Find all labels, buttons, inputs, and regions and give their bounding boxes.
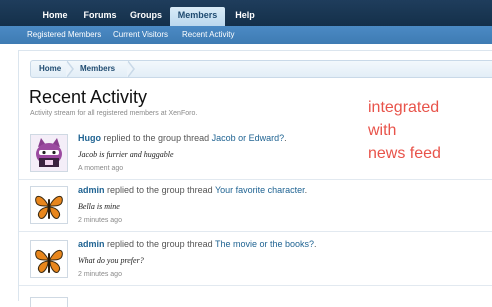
- main-content: Home Members Recent Activity Activity st…: [18, 50, 492, 307]
- cat-avatar-icon: [31, 135, 67, 171]
- breadcrumb-separator: [127, 60, 135, 78]
- page-title: Recent Activity: [29, 87, 148, 107]
- activity-line: admin replied to the group thread The mo…: [78, 239, 317, 249]
- tab-groups[interactable]: Groups: [123, 7, 169, 26]
- avatar[interactable]: [30, 297, 68, 307]
- username-link[interactable]: admin: [78, 185, 105, 195]
- thread-link[interactable]: Jacob or Edward?: [212, 133, 285, 143]
- breadcrumb-separator: [66, 60, 74, 78]
- username-link[interactable]: admin: [78, 239, 105, 249]
- post-snippet: What do you prefer?: [78, 256, 144, 265]
- activity-item: admin replied to the group thread Your f…: [19, 181, 492, 232]
- avatar[interactable]: [30, 134, 68, 172]
- activity-line: Hugo replied to the group thread Jacob o…: [78, 133, 287, 143]
- avatar[interactable]: [30, 240, 68, 278]
- thread-suffix: .: [304, 185, 308, 195]
- annotation-line: integrated: [368, 99, 440, 116]
- activity-action: replied to the group thread: [103, 133, 210, 143]
- breadcrumb: Home Members: [30, 60, 492, 78]
- activity-item: Hugo replied to the group thread Jacob o…: [19, 129, 492, 180]
- post-snippet: Bella is mine: [78, 202, 120, 211]
- tab-home[interactable]: Home: [33, 7, 77, 26]
- tab-forums[interactable]: Forums: [77, 7, 123, 26]
- activity-line: admin replied to the group thread Your f…: [78, 185, 307, 195]
- divider: [19, 179, 492, 180]
- main-navigation: Home Forums Groups Members Help: [0, 0, 492, 26]
- sub-link-current-visitors[interactable]: Current Visitors: [113, 26, 168, 44]
- page-description: Activity stream for all registered membe…: [30, 110, 198, 117]
- thread-suffix: .: [284, 133, 287, 143]
- breadcrumb-home[interactable]: Home: [39, 61, 61, 77]
- post-snippet: Jacob is furrier and huggable: [78, 150, 174, 159]
- tab-help[interactable]: Help: [225, 7, 265, 26]
- avatar[interactable]: [30, 186, 68, 224]
- divider: [19, 231, 492, 232]
- activity-action: replied to the group thread: [107, 239, 213, 249]
- members-sub-navigation: Registered Members Current Visitors Rece…: [0, 26, 492, 44]
- activity-action: replied to the group thread: [107, 185, 213, 195]
- thread-suffix: .: [314, 239, 317, 249]
- sub-link-recent-activity[interactable]: Recent Activity: [182, 26, 234, 44]
- username-link[interactable]: Hugo: [78, 133, 101, 143]
- breadcrumb-members[interactable]: Members: [80, 61, 115, 77]
- tab-members[interactable]: Members: [170, 7, 225, 26]
- timestamp: A moment ago: [78, 165, 124, 172]
- thread-link[interactable]: The movie or the books?: [215, 239, 314, 249]
- butterfly-avatar-icon: [31, 187, 67, 223]
- thread-link[interactable]: Your favorite character: [215, 185, 305, 195]
- divider: [19, 285, 492, 286]
- activity-item: admin replied to the group thread The mo…: [19, 235, 492, 286]
- sub-link-registered-members[interactable]: Registered Members: [27, 26, 101, 44]
- butterfly-avatar-icon: [31, 241, 67, 277]
- timestamp: 2 minutes ago: [78, 271, 122, 278]
- timestamp: 2 minutes ago: [78, 217, 122, 224]
